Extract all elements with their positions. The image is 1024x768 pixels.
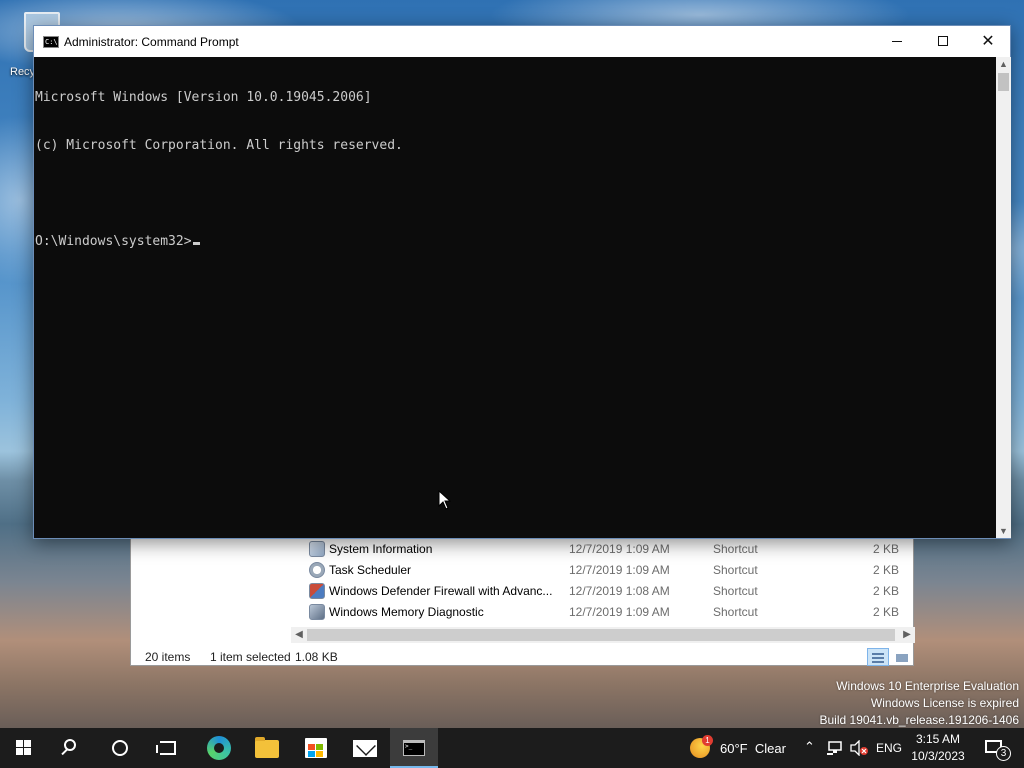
weather-temp: 60°F: [720, 741, 748, 756]
prompt-line[interactable]: O:\Windows\system32>: [35, 234, 996, 250]
notification-count: 3: [996, 746, 1011, 761]
file-name: Windows Memory Diagnostic: [329, 605, 484, 619]
cortana-button[interactable]: [96, 728, 144, 768]
file-date: 12/7/2019 1:09 AM: [569, 563, 670, 577]
folder-icon: [255, 737, 279, 758]
file-type: Shortcut: [713, 563, 758, 577]
task-view-button[interactable]: [144, 728, 192, 768]
selection-status: 1 item selected: [210, 650, 291, 664]
console-line: Microsoft Windows [Version 10.0.19045.20…: [35, 90, 372, 105]
scrollbar-thumb[interactable]: [307, 629, 895, 641]
start-button[interactable]: [0, 728, 48, 768]
command-prompt-window[interactable]: C:\ Administrator: Command Prompt ✕ Micr…: [33, 25, 1011, 539]
store-icon: [305, 738, 327, 758]
weather-text: 60°F Clear: [720, 741, 786, 756]
memory-diagnostic-icon: [309, 604, 325, 620]
network-icon[interactable]: [826, 740, 844, 756]
edge-icon: [207, 736, 231, 760]
file-size: 2 KB: [872, 605, 899, 619]
watermark-license: Windows License is expired: [870, 696, 1019, 710]
file-row[interactable]: Task Scheduler 12/7/2019 1:09 AM Shortcu…: [131, 560, 915, 581]
recycle-bin-label: Recy: [10, 66, 36, 78]
window-title: Administrator: Command Prompt: [64, 35, 239, 49]
scrollbar-thumb[interactable]: [998, 73, 1009, 91]
command-prompt-icon[interactable]: C:\: [43, 36, 59, 48]
large-icons-view-button[interactable]: [891, 648, 913, 666]
language-indicator[interactable]: ENG: [876, 741, 902, 755]
file-type: Shortcut: [713, 605, 758, 619]
close-button[interactable]: ✕: [965, 26, 1011, 57]
file-size: 2 KB: [872, 542, 899, 556]
taskbar-edge[interactable]: [195, 728, 243, 768]
file-size: 2 KB: [872, 563, 899, 577]
file-explorer-window[interactable]: System Information 12/7/2019 1:09 AM Sho…: [130, 520, 915, 667]
console-output[interactable]: Microsoft Windows [Version 10.0.19045.20…: [34, 57, 996, 538]
mail-icon: [353, 740, 377, 757]
file-name: Windows Defender Firewall with Advanc...: [329, 584, 553, 598]
vertical-scrollbar[interactable]: ▲ ▼: [996, 57, 1011, 538]
file-type: Shortcut: [713, 584, 758, 598]
taskbar-mail[interactable]: [341, 728, 389, 768]
search-button[interactable]: [48, 728, 96, 768]
taskbar-command-prompt[interactable]: >_: [390, 728, 438, 768]
watermark-edition: Windows 10 Enterprise Evaluation: [836, 679, 1019, 693]
taskbar: >_ 1 60°F Clear ⌃ ENG 3:15 AM 10/3/2023 …: [0, 728, 1024, 768]
file-row[interactable]: Windows Defender Firewall with Advanc...…: [131, 581, 915, 602]
window-title-bar[interactable]: C:\ Administrator: Command Prompt ✕: [34, 26, 1010, 57]
scroll-right-icon[interactable]: ▶: [899, 627, 915, 643]
scroll-down-icon[interactable]: ▼: [996, 524, 1011, 538]
clock-time: 3:15 AM: [915, 732, 961, 746]
task-scheduler-icon: [309, 562, 325, 578]
file-type: Shortcut: [713, 542, 758, 556]
taskbar-store[interactable]: [292, 728, 340, 768]
maximize-icon: [938, 36, 948, 46]
horizontal-scrollbar[interactable]: ◀ ▶: [291, 627, 915, 643]
mouse-pointer-icon: [438, 490, 452, 510]
file-date: 12/7/2019 1:09 AM: [569, 542, 670, 556]
explorer-status-bar: 20 items 1 item selected 1.08 KB: [131, 645, 915, 667]
taskbar-file-explorer[interactable]: [243, 728, 291, 768]
file-name: System Information: [329, 542, 433, 556]
file-date: 12/7/2019 1:09 AM: [569, 605, 670, 619]
system-info-icon: [309, 541, 325, 557]
command-prompt: O:\Windows\system32>: [35, 234, 192, 249]
scroll-up-icon[interactable]: ▲: [996, 57, 1011, 71]
console-line: (c) Microsoft Corporation. All rights re…: [35, 138, 403, 153]
file-size: 2 KB: [872, 584, 899, 598]
close-icon: ✕: [981, 31, 995, 50]
volume-muted-icon[interactable]: [850, 740, 868, 756]
cortana-icon: [112, 740, 128, 756]
windows-watermark: Windows 10 Enterprise Evaluation Windows…: [820, 678, 1020, 729]
show-hidden-icons-icon[interactable]: ⌃: [804, 740, 815, 755]
weather-badge: 1: [702, 735, 713, 746]
watermark-build: Build 19041.vb_release.191206-1406: [819, 713, 1020, 727]
maximize-button[interactable]: [920, 26, 966, 57]
item-count: 20 items: [145, 650, 191, 664]
windows-logo-icon: [16, 740, 32, 756]
file-name: Task Scheduler: [329, 563, 412, 577]
file-row[interactable]: Windows Memory Diagnostic 12/7/2019 1:09…: [131, 602, 915, 623]
minimize-button[interactable]: [874, 26, 920, 57]
task-view-icon: [156, 741, 176, 755]
clock-date: 10/3/2023: [911, 749, 965, 763]
search-icon: [64, 739, 76, 751]
text-cursor: [192, 242, 200, 245]
firewall-icon: [309, 583, 325, 599]
weather-condition: Clear: [754, 741, 786, 756]
action-center-button[interactable]: 3: [976, 728, 1024, 768]
scroll-left-icon[interactable]: ◀: [291, 627, 307, 643]
command-prompt-icon: >_: [403, 740, 425, 756]
details-view-button[interactable]: [867, 648, 889, 666]
clock[interactable]: 3:15 AM 10/3/2023: [906, 731, 970, 765]
minimize-icon: [892, 41, 902, 42]
file-row[interactable]: System Information 12/7/2019 1:09 AM Sho…: [131, 539, 915, 560]
selection-size: 1.08 KB: [295, 650, 338, 664]
file-date: 12/7/2019 1:08 AM: [569, 584, 670, 598]
weather-widget[interactable]: 1 60°F Clear: [690, 728, 792, 768]
